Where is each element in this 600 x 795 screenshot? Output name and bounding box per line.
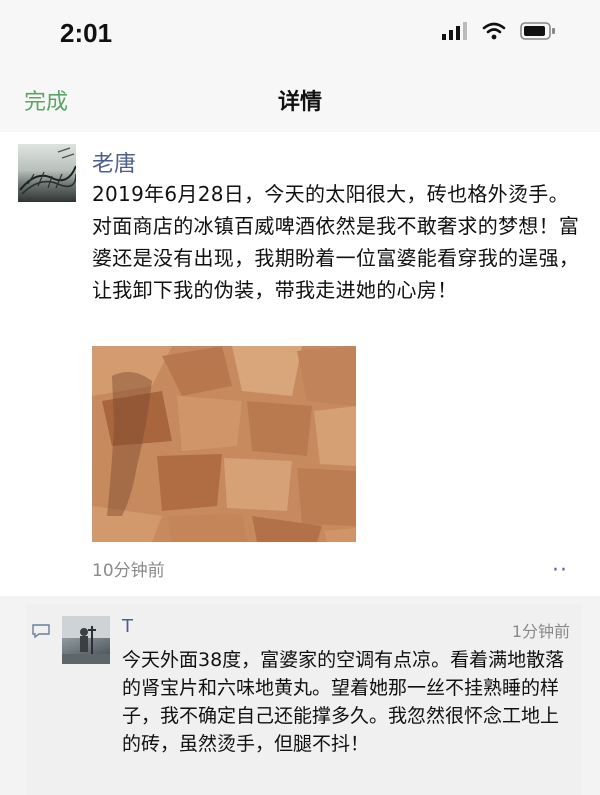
wifi-icon [482, 22, 506, 40]
post-timestamp: 10分钟前 [92, 561, 165, 581]
commenter-name[interactable]: T [122, 616, 133, 637]
author-name[interactable]: 老唐 [92, 146, 136, 178]
cellular-signal-icon [442, 22, 467, 40]
more-options-button[interactable]: ·· [552, 558, 568, 583]
status-bar: 2:01 [0, 0, 600, 70]
post-text: 2019年6月28日，今天的太阳很大，砖也格外烫手。对面商店的冰镇百威啤酒依然是… [92, 182, 580, 302]
page-title: 详情 [277, 90, 322, 115]
comment-text: 今天外面38度，富婆家的空调有点凉。看着满地散落的肾宝片和六味地黄丸。望着她那一… [122, 649, 565, 755]
post-image[interactable] [92, 346, 356, 542]
nav-bar: 完成 详情 [0, 70, 600, 132]
commenter-avatar[interactable] [62, 616, 110, 664]
battery-icon [520, 22, 555, 40]
status-time: 2:01 [60, 18, 113, 48]
comment-timestamp: 1分钟前 [511, 622, 570, 641]
author-avatar[interactable] [18, 144, 76, 202]
status-icons [442, 22, 556, 40]
comment-section: T 1分钟前 今天外面38度，富婆家的空调有点凉。看着满地散落的肾宝片和六味地黄… [26, 604, 582, 795]
moment-post: 老唐 2019年6月28日，今天的太阳很大，砖也格外烫手。对面商店的冰镇百威啤酒… [0, 132, 600, 596]
comment-icon [32, 624, 50, 638]
